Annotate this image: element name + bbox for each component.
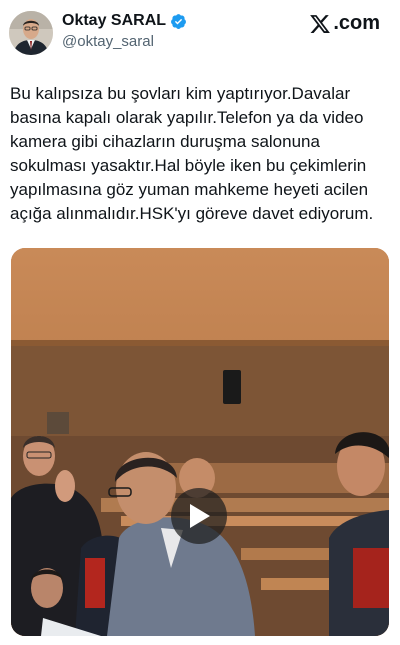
- x-logo[interactable]: .com: [309, 12, 380, 35]
- author-name-row: Oktay SARAL: [62, 12, 187, 30]
- video-thumbnail: [11, 248, 389, 636]
- author-handle[interactable]: @oktay_saral: [62, 33, 154, 50]
- tweet-header: Oktay SARAL @oktay_saral .com: [0, 0, 400, 66]
- play-icon: [190, 504, 210, 528]
- avatar[interactable]: [9, 11, 53, 55]
- tweet-text: Bu kalıpsıza bu şovları kim yaptırıyor.D…: [10, 84, 374, 223]
- x-logo-text: .com: [333, 12, 380, 34]
- video-player[interactable]: [11, 248, 389, 636]
- author-name[interactable]: Oktay SARAL: [62, 12, 166, 30]
- verified-badge-icon: [171, 13, 186, 29]
- play-button[interactable]: [171, 488, 227, 544]
- x-logo-icon: [310, 14, 331, 33]
